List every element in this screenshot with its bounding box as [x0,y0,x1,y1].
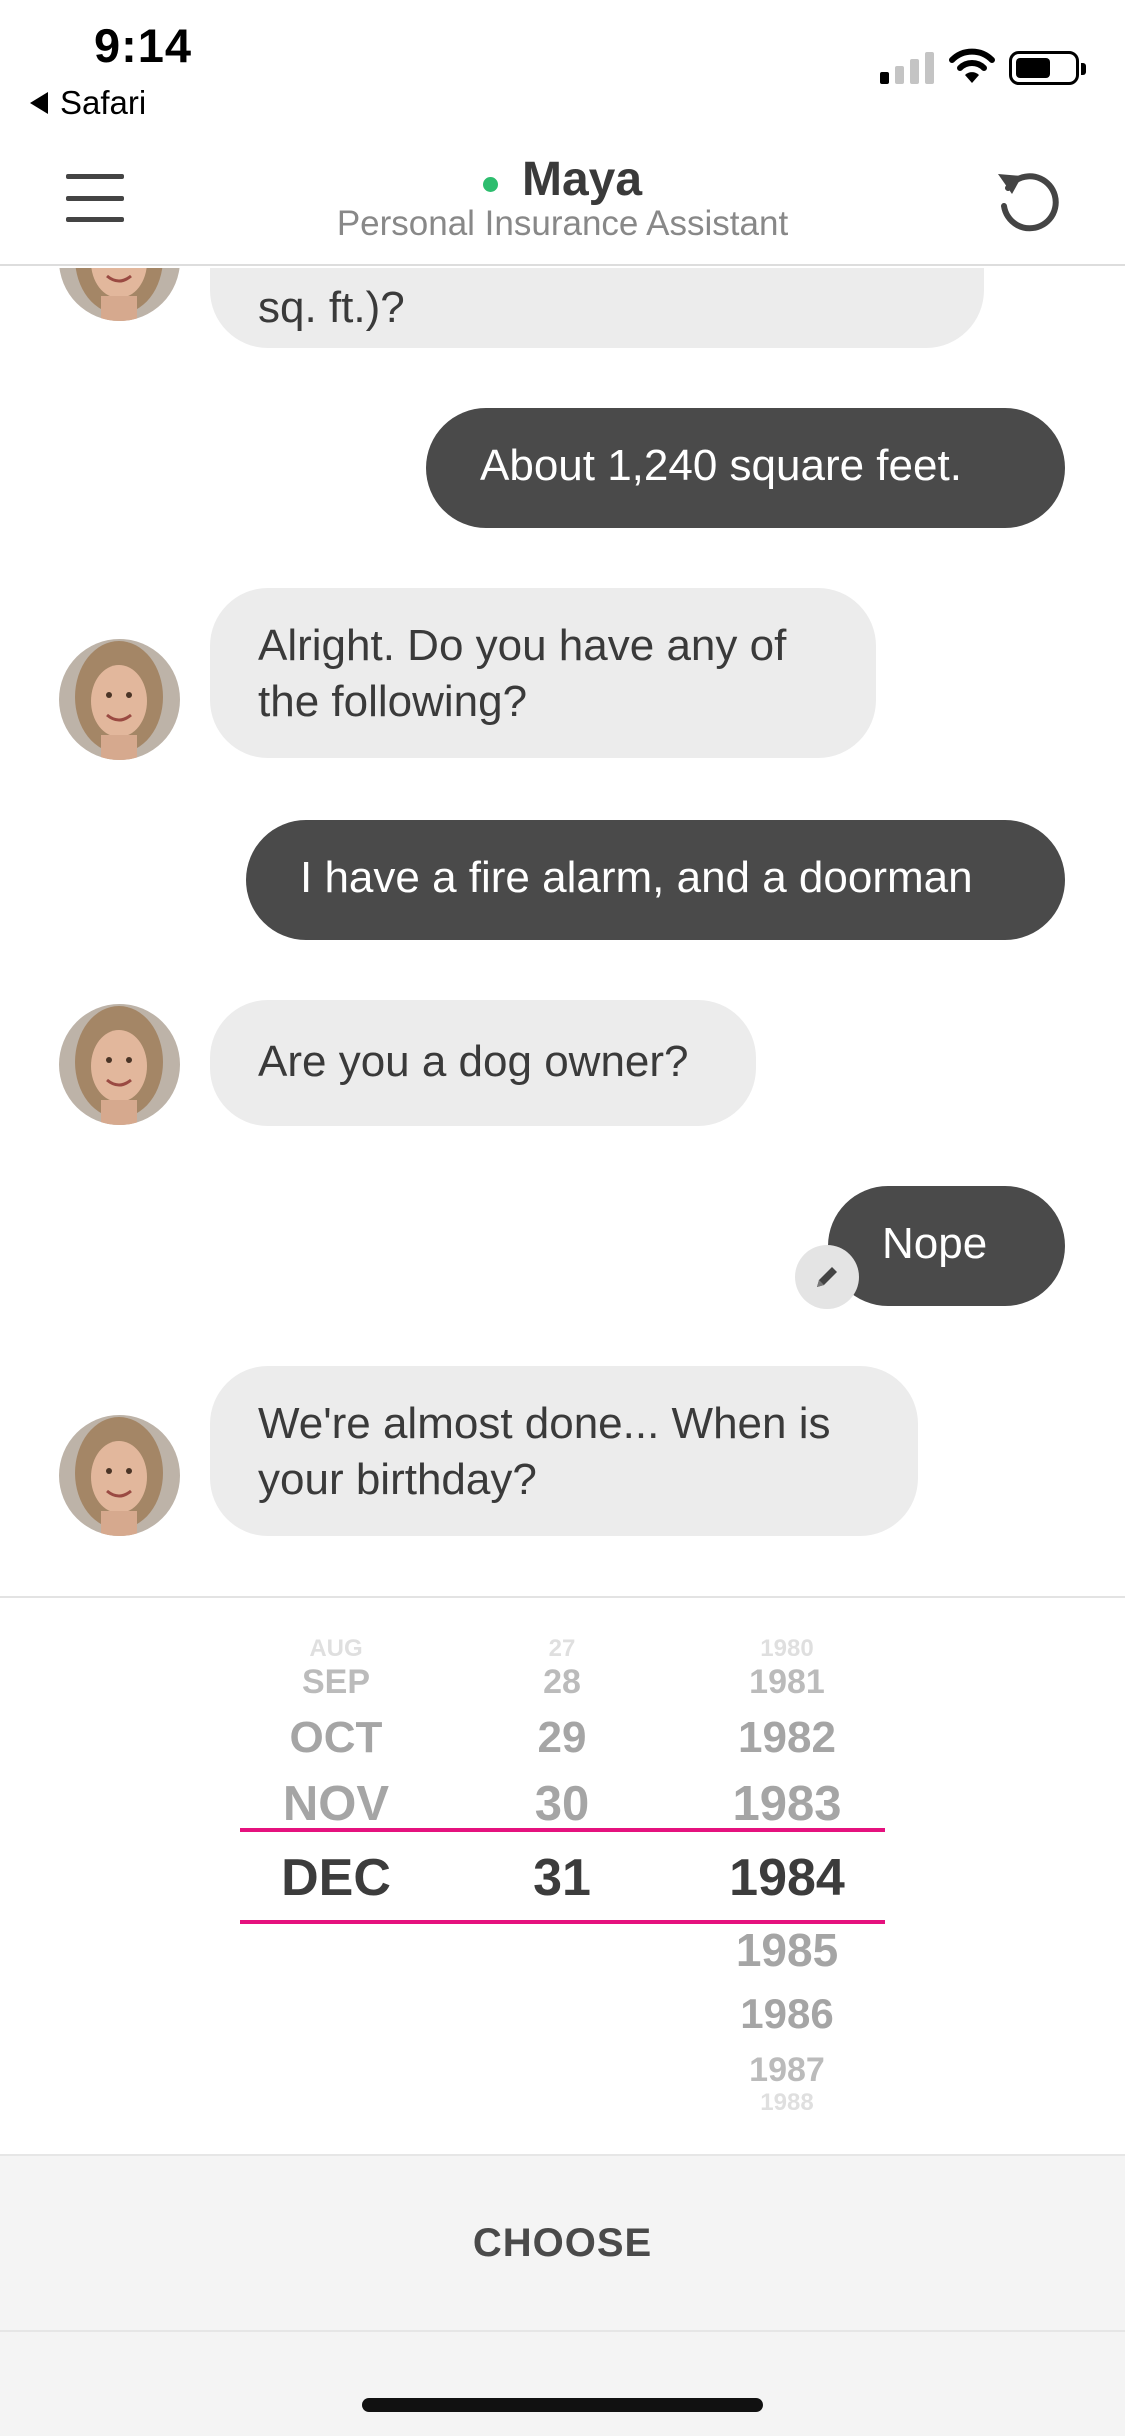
assistant-avatar [59,1004,180,1125]
message-text: About 1,240 square feet. [480,441,962,490]
chat-header: Maya Personal Insurance Assistant [0,130,1125,266]
back-to-safari-link[interactable]: Safari [30,84,146,122]
day-option[interactable]: 29 [442,1704,682,1772]
year-option[interactable]: 1987 [667,2048,907,2092]
bot-message: Alright. Do you have any of the followin… [210,588,876,758]
assistant-avatar [59,639,180,760]
message-text: sq. ft.)? [258,283,405,332]
online-status-icon [482,177,498,193]
bot-message: Are you a dog owner? [210,1000,756,1126]
chat-thread: sq. ft.)? About 1,240 square feet. Alrig… [0,268,1125,1596]
day-selected[interactable]: 31 [442,1836,682,1920]
day-option[interactable]: 28 [442,1660,682,1704]
day-option[interactable]: 30 [442,1772,682,1836]
year-selected[interactable]: 1984 [667,1836,907,1920]
year-option[interactable]: 1980 [667,1637,907,1661]
choose-button[interactable]: CHOOSE [0,2154,1125,2332]
month-option[interactable]: SEP [216,1660,456,1704]
status-time: 9:14 [94,19,193,72]
user-message: About 1,240 square feet. [426,408,1065,528]
message-text: We're almost done... When is your birthd… [258,1399,831,1504]
month-selected[interactable]: DEC [216,1836,456,1920]
bot-message: We're almost done... When is your birthd… [210,1366,918,1536]
month-option[interactable]: NOV [216,1772,456,1836]
assistant-avatar [59,268,180,321]
pencil-icon [817,1267,837,1287]
message-text: Nope [882,1219,988,1268]
assistant-avatar [59,1415,180,1536]
month-wheel[interactable]: AUG SEP OCT NOV DEC [216,1637,456,1920]
year-option[interactable]: 1982 [667,1704,907,1772]
day-wheel[interactable]: 27 28 29 30 31 [442,1637,682,1920]
year-option[interactable]: 1983 [667,1772,907,1836]
month-option[interactable]: OCT [216,1704,456,1772]
message-text: Are you a dog owner? [258,1037,689,1086]
signal-icon [880,50,934,84]
message-text: Alright. Do you have any of the followin… [258,621,787,726]
bot-message: sq. ft.)? [210,268,984,348]
back-triangle-icon [30,92,48,114]
birthday-date-picker[interactable]: AUG SEP OCT NOV DEC 27 28 29 30 31 1980 … [0,1596,1125,2154]
agent-subtitle: Personal Insurance Assistant [336,204,789,243]
user-message: Nope [828,1186,1065,1306]
restart-icon[interactable] [990,162,1070,242]
message-text: I have a fire alarm, and a doorman [300,853,973,902]
user-message: I have a fire alarm, and a doorman [246,820,1065,940]
month-option[interactable]: AUG [216,1637,456,1661]
back-label: Safari [60,84,147,121]
agent-name: Maya [521,153,643,206]
battery-icon [1009,51,1086,85]
home-area [0,2332,1125,2436]
year-option[interactable]: 1985 [667,1920,907,1980]
year-option[interactable]: 1988 [667,2091,907,2115]
day-option[interactable]: 27 [442,1637,682,1661]
year-wheel[interactable]: 1980 1981 1982 1983 1984 1985 1986 1987 … [667,1637,907,2115]
wifi-icon [949,48,995,83]
edit-answer-button[interactable] [795,1245,859,1309]
year-option[interactable]: 1981 [667,1660,907,1704]
year-option[interactable]: 1986 [667,1980,907,2048]
home-indicator[interactable] [362,2398,763,2412]
agent-title: Maya [0,152,1125,207]
